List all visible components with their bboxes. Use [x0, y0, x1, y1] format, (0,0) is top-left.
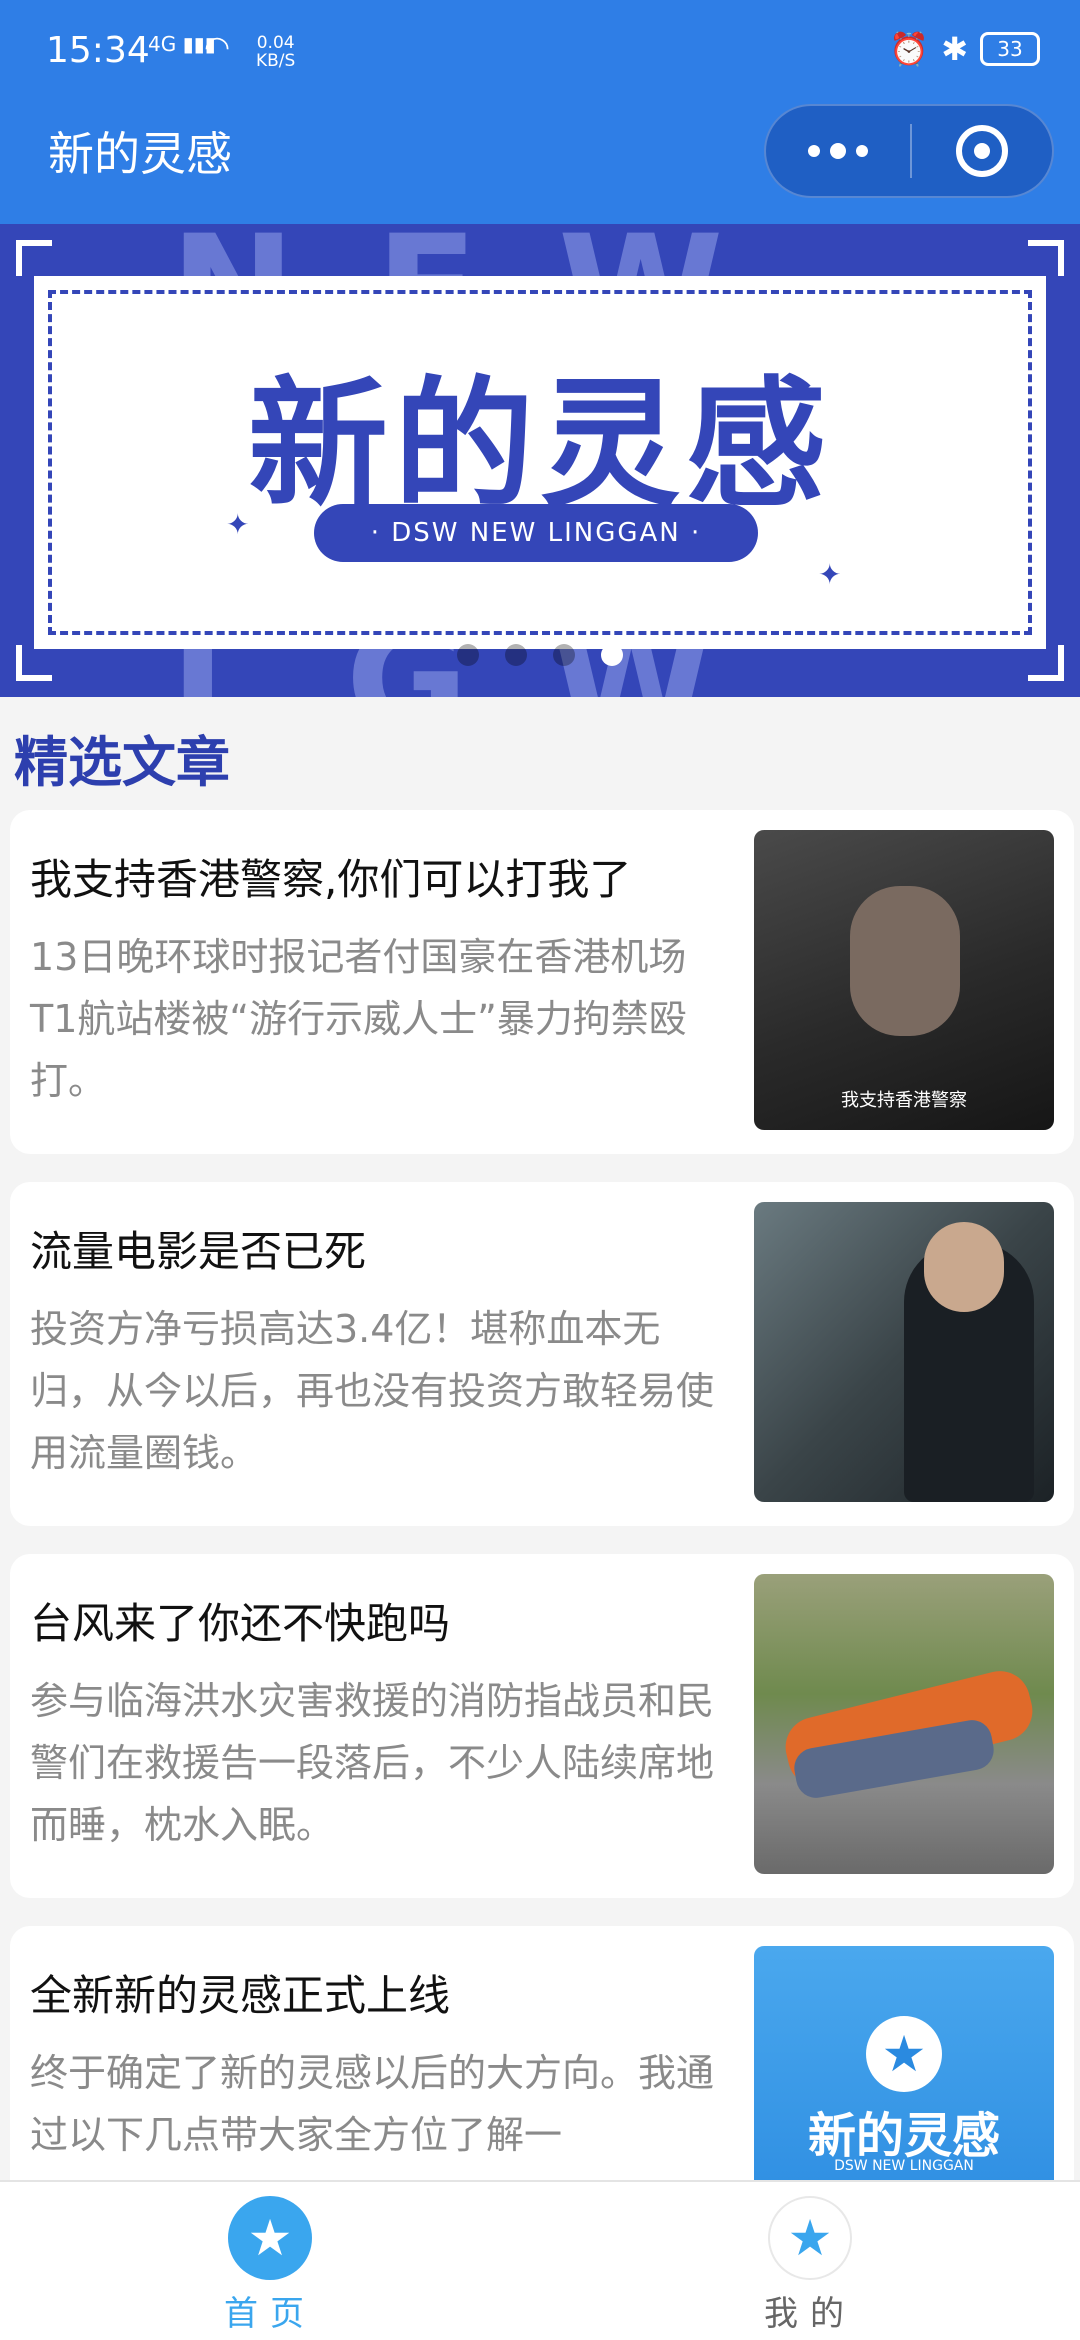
- article-thumbnail: [754, 1202, 1054, 1502]
- close-button[interactable]: [912, 106, 1052, 196]
- article-list: 我支持香港警察,你们可以打我了 13日晚环球时报记者付国豪在香港机场T1航站楼被…: [10, 810, 1074, 2298]
- sparkle-icon: ✦: [226, 508, 250, 541]
- bluetooth-icon: ✱: [941, 30, 968, 68]
- more-menu-button[interactable]: [766, 106, 910, 196]
- carousel-dot[interactable]: [505, 644, 527, 666]
- banner-carousel[interactable]: NEW LGW 新的灵感 ✦ ✦ · DSW NEW LINGGAN ·: [0, 224, 1080, 697]
- carousel-dots: [0, 644, 1080, 666]
- carousel-dot-active[interactable]: [601, 644, 623, 666]
- star-icon: ★: [768, 2196, 852, 2280]
- corner-mark: [16, 240, 52, 276]
- section-title: 精选文章: [14, 731, 230, 794]
- article-card[interactable]: 我支持香港警察,你们可以打我了 13日晚环球时报记者付国豪在香港机场T1航站楼被…: [10, 810, 1074, 1154]
- tab-bar: ★ 首页 ★ 我的: [0, 2180, 1080, 2340]
- wifi-icon: ◠: [204, 30, 231, 65]
- tab-mine[interactable]: ★ 我的: [710, 2196, 910, 2335]
- thumb-figure-head: [924, 1222, 1004, 1312]
- article-summary: 13日晚环球时报记者付国豪在香港机场T1航站楼被“游行示威人士”暴力拘禁殴打。: [30, 935, 687, 1103]
- corner-mark: [1028, 240, 1064, 276]
- speed-unit: KB/S: [256, 51, 296, 71]
- close-ring-icon: [956, 125, 1008, 177]
- article-summary: 终于确定了新的灵感以后的大方向。我通过以下几点带大家全方位了解一: [30, 2051, 715, 2157]
- battery-indicator: 33: [980, 32, 1040, 66]
- thumb-caption: 我支持香港警察: [841, 1090, 967, 1111]
- article-title: 流量电影是否已死: [30, 1227, 367, 1276]
- tab-mine-label: 我的: [764, 2294, 856, 2334]
- tab-home[interactable]: ★ 首页: [170, 2196, 370, 2335]
- speed-value: 0.04: [256, 33, 295, 53]
- carousel-dot[interactable]: [553, 644, 575, 666]
- nav-title: 新的灵感: [48, 127, 232, 181]
- thumb-subtitle: DSW NEW LINGGAN: [834, 2158, 974, 2174]
- banner-subtitle: · DSW NEW LINGGAN ·: [314, 504, 758, 562]
- sparkle-icon: ✦: [818, 558, 842, 591]
- article-title: 全新新的灵感正式上线: [30, 1971, 451, 2020]
- thumb-title: 新的灵感: [807, 2108, 1000, 2164]
- article-thumbnail: 我支持香港警察: [754, 830, 1054, 1130]
- star-icon: ★: [228, 2196, 312, 2280]
- alarm-icon: ⏰: [889, 30, 930, 68]
- article-thumbnail: [754, 1574, 1054, 1874]
- article-card[interactable]: 流量电影是否已死 投资方净亏损高达3.4亿！堪称血本无归，从今以后，再也没有投资…: [10, 1182, 1074, 1526]
- article-card[interactable]: 台风来了你还不快跑吗 参与临海洪水灾害救援的消防指战员和民警们在救援告一段落后，…: [10, 1554, 1074, 1898]
- tab-home-label: 首页: [224, 2294, 316, 2334]
- status-right: ⏰ ✱ 33: [889, 30, 1040, 68]
- mini-program-capsule: [764, 104, 1054, 198]
- status-time: 15:34: [46, 30, 150, 71]
- thumb-figure: [850, 886, 960, 1036]
- star-logo-icon: ★: [866, 2016, 942, 2092]
- top-bar: 15:34 4G ▮▮▮ ◠ 0.04 KB/S ⏰ ✱ 33 新的灵感: [0, 0, 1080, 224]
- article-summary: 投资方净亏损高达3.4亿！堪称血本无归，从今以后，再也没有投资方敢轻易使用流量圈…: [30, 1307, 715, 1475]
- article-title: 我支持香港警察,你们可以打我了: [30, 855, 632, 904]
- status-bar: 15:34 4G ▮▮▮ ◠ 0.04 KB/S ⏰ ✱ 33: [0, 0, 1080, 104]
- article-title: 台风来了你还不快跑吗: [30, 1599, 451, 1648]
- network-speed: 0.04 KB/S: [256, 34, 295, 70]
- carousel-dot[interactable]: [457, 644, 479, 666]
- article-summary: 参与临海洪水灾害救援的消防指战员和民警们在救援告一段落后，不少人陆续席地而睡，枕…: [30, 1679, 715, 1847]
